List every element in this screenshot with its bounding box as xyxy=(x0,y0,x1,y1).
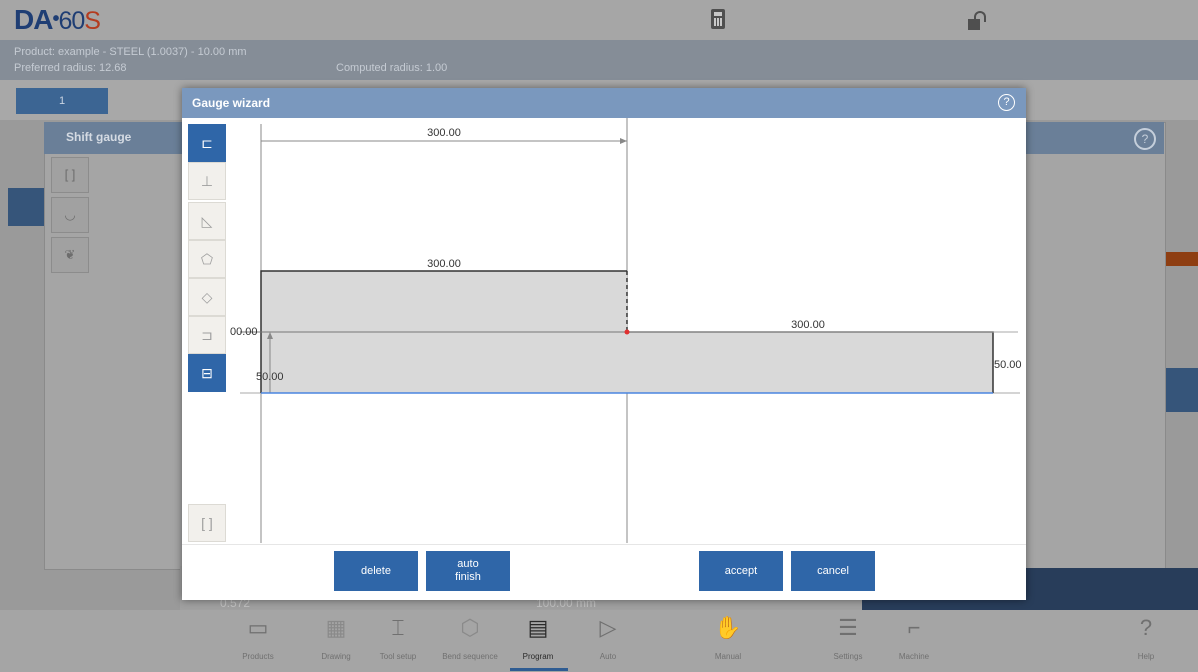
help-icon: ? xyxy=(1139,615,1153,640)
shape-trapezoid-icon[interactable]: ◺ xyxy=(188,202,226,240)
side-indicator xyxy=(8,188,44,226)
tab-1[interactable]: 1 xyxy=(16,88,108,114)
side-indicator xyxy=(1164,368,1198,412)
folder-icon: ▭ xyxy=(247,615,269,640)
nav-auto[interactable]: ▷ Auto xyxy=(578,614,638,661)
unlock-icon[interactable] xyxy=(968,11,990,31)
calculator-icon[interactable] xyxy=(711,9,725,29)
shape-rotated-icon[interactable]: ◇ xyxy=(188,278,226,316)
nav-manual[interactable]: ✋ Manual xyxy=(698,614,758,661)
shape-icon[interactable]: ◡ xyxy=(51,197,89,233)
left-part-height-label: 50.00 xyxy=(256,371,284,383)
auto-finish-button[interactable]: auto finish xyxy=(426,551,510,591)
bend-sequence-icon: ⬡ xyxy=(460,615,480,640)
nav-products[interactable]: ▭ Products xyxy=(228,614,288,661)
nav-drawing[interactable]: ▦ Drawing xyxy=(306,614,366,661)
shape-step-icon[interactable]: ⊐ xyxy=(188,316,226,354)
top-bar xyxy=(0,0,1198,40)
drawing-icon: ▦ xyxy=(325,615,347,640)
cancel-button[interactable]: cancel xyxy=(791,551,875,591)
nav-help[interactable]: ? Help xyxy=(1116,614,1176,661)
nav-settings[interactable]: ☰ Settings xyxy=(818,614,878,661)
delete-button[interactable]: delete xyxy=(334,551,418,591)
shape-folder-icon[interactable]: ⊟ xyxy=(188,354,226,392)
nav-machine[interactable]: ⌐ Machine xyxy=(884,614,944,661)
gauge-axis-icon[interactable]: ⊥ xyxy=(188,162,226,200)
help-icon[interactable]: ? xyxy=(1134,128,1156,150)
side-indicator xyxy=(1164,252,1198,266)
nav-tool-setup[interactable]: ⌶ Tool setup xyxy=(368,614,428,661)
gauge-icon[interactable]: ❦ xyxy=(51,237,89,273)
hand-icon: ✋ xyxy=(714,615,742,640)
right-part xyxy=(627,332,993,393)
gauge-height-label: 00.00 xyxy=(230,326,258,338)
fit-view-icon[interactable]: [ ] xyxy=(188,504,226,542)
machine-icon: ⌐ xyxy=(907,615,921,640)
shape-pentagon-icon[interactable]: ⬠ xyxy=(188,240,226,278)
left-part-width-label: 300.00 xyxy=(427,258,461,270)
dimension-arrow xyxy=(620,138,627,144)
shift-gauge-title: Shift gauge xyxy=(66,130,132,144)
computed-radius: Computed radius: 1.00 xyxy=(336,62,448,74)
program-icon: ▤ xyxy=(527,615,549,640)
gauge-wizard-dialog: Gauge wizard ? 300.00 300.00 300.00 50.0… xyxy=(182,88,1026,600)
tool-setup-icon: ⌶ xyxy=(391,615,405,640)
top-dimension-label: 300.00 xyxy=(427,127,461,139)
nav-program[interactable]: ▤ Program xyxy=(508,614,568,661)
product-info: Product: example - STEEL (1.0037) - 10.0… xyxy=(14,46,247,58)
right-part-height-label: 50.00 xyxy=(994,359,1022,371)
footer-divider xyxy=(182,544,1026,545)
accept-button[interactable]: accept xyxy=(699,551,783,591)
nav-bend-sequence[interactable]: ⬡ Bend sequence xyxy=(440,614,500,661)
logo: DA•60S xyxy=(14,4,101,35)
right-part-width-label: 300.00 xyxy=(791,319,825,331)
list-icon: ☰ xyxy=(838,615,858,640)
active-tab-indicator xyxy=(510,668,568,671)
fit-view-icon[interactable]: [ ] xyxy=(51,157,89,193)
preferred-radius: Preferred radius: 12.68 xyxy=(14,62,127,74)
gauge-drawing[interactable]: 300.00 300.00 300.00 50.00 00.00 50.00 xyxy=(182,88,1026,544)
gauge-point-marker xyxy=(624,329,630,335)
product-info-bar: Product: example - STEEL (1.0037) - 10.0… xyxy=(0,40,1198,80)
gauge-setup-icon[interactable]: ⊏ xyxy=(188,124,226,162)
play-icon: ▷ xyxy=(599,615,617,640)
